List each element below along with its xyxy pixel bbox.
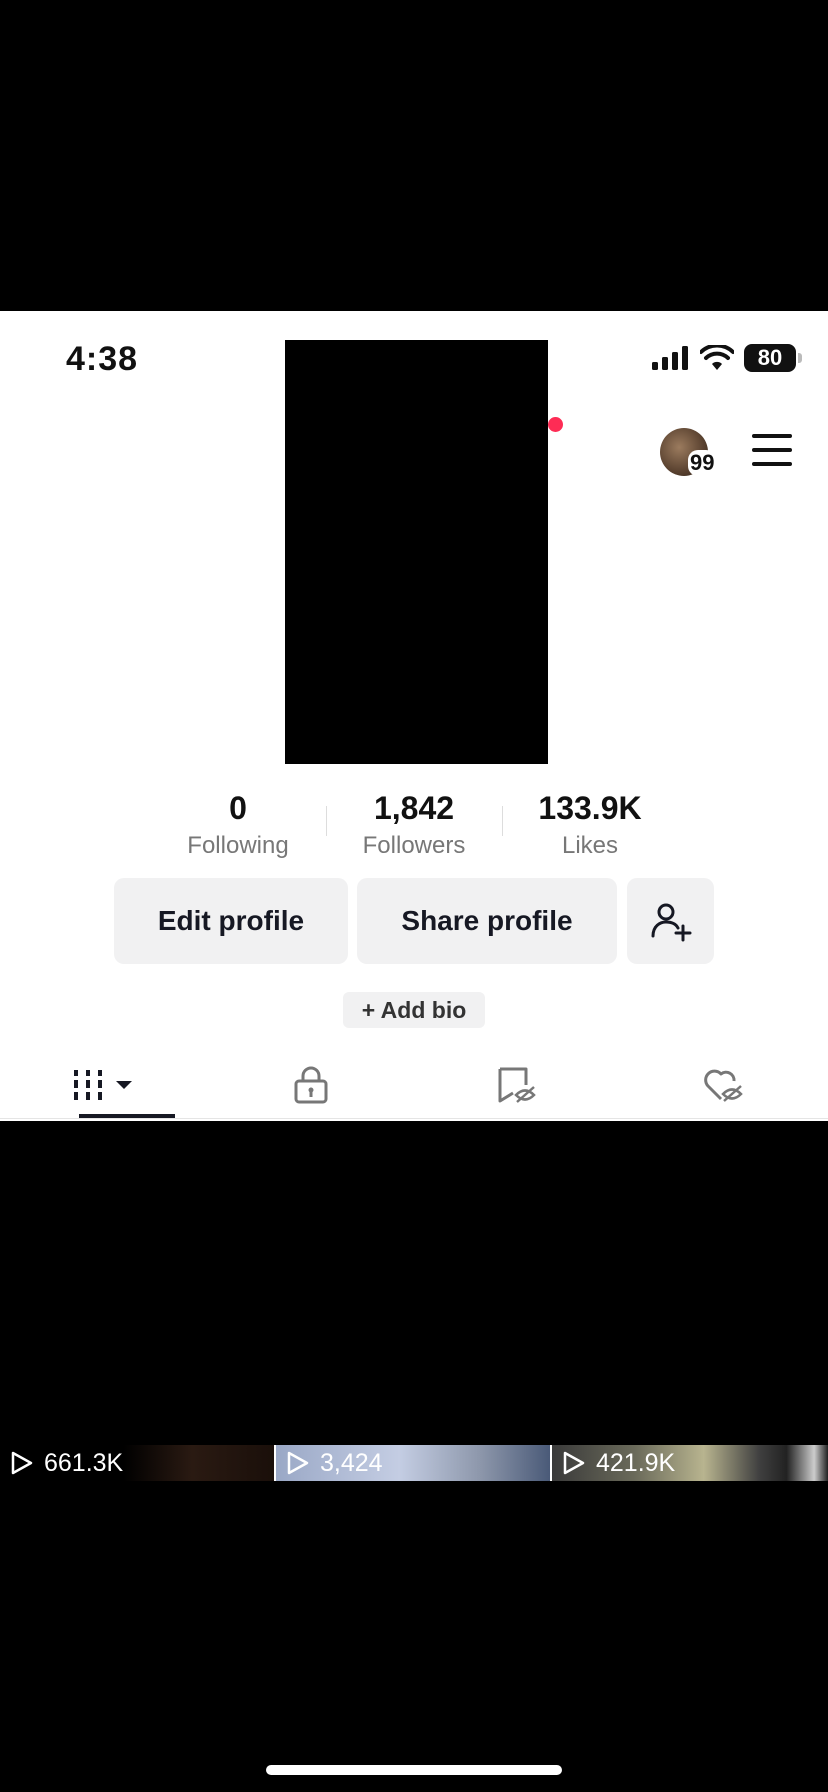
- tab-liked[interactable]: [621, 1050, 828, 1120]
- share-profile-button[interactable]: Share profile: [357, 878, 617, 964]
- status-time: 4:38: [66, 340, 139, 378]
- profile-tabs: [0, 1050, 828, 1120]
- video-thumbnail[interactable]: 3,424: [276, 1445, 552, 1481]
- video-view-count: 661.3K: [44, 1448, 124, 1477]
- stat-value: 0: [229, 790, 247, 826]
- tab-private[interactable]: [207, 1050, 414, 1120]
- videos-grid-icon: [73, 1070, 132, 1100]
- redacted-profile-header: [285, 340, 548, 764]
- video-view-count: 421.9K: [596, 1448, 676, 1477]
- status-icons: 80: [652, 344, 802, 372]
- edit-profile-button[interactable]: Edit profile: [114, 878, 348, 964]
- hidden-bookmark-icon: [498, 1067, 536, 1103]
- battery-icon: 80: [744, 344, 802, 372]
- add-bio-button[interactable]: + Add bio: [343, 992, 485, 1028]
- add-friend-icon: [651, 903, 691, 942]
- top-black-area: [0, 0, 828, 311]
- stat-likes[interactable]: 133.9K Likes: [502, 790, 678, 860]
- stat-followers[interactable]: 1,842 Followers: [326, 790, 502, 860]
- stat-value: 1,842: [373, 790, 455, 826]
- stat-label: Followers: [362, 832, 466, 859]
- stat-following[interactable]: 0 Following: [150, 790, 326, 860]
- video-thumbnail[interactable]: 661.3K: [0, 1445, 276, 1481]
- notification-count-badge: 99: [688, 450, 717, 476]
- video-view-count: 3,424: [320, 1448, 383, 1477]
- hidden-liked-icon: [703, 1069, 743, 1102]
- tab-videos[interactable]: [0, 1050, 207, 1120]
- notification-dot: [548, 417, 563, 432]
- video-thumbnail[interactable]: 421.9K: [552, 1445, 828, 1481]
- tabs-divider: [0, 1118, 828, 1119]
- play-icon: [287, 1451, 309, 1475]
- video-grid: 661.3K 3,424 421.9K: [0, 1445, 828, 1481]
- play-icon: [11, 1451, 33, 1475]
- play-icon: [563, 1451, 585, 1475]
- add-friend-button[interactable]: [627, 878, 714, 964]
- tab-favorites[interactable]: [414, 1050, 621, 1120]
- cellular-signal-icon: [652, 346, 688, 370]
- wifi-icon: [700, 345, 734, 370]
- stat-label: Following: [187, 832, 289, 859]
- stat-value: 133.9K: [538, 790, 642, 826]
- hamburger-menu-icon[interactable]: [752, 434, 792, 466]
- stat-label: Likes: [561, 832, 619, 859]
- lock-icon: [294, 1066, 327, 1104]
- profile-stats: 0 Following 1,842 Followers 133.9K Likes: [150, 790, 678, 860]
- home-indicator[interactable]: [266, 1765, 562, 1775]
